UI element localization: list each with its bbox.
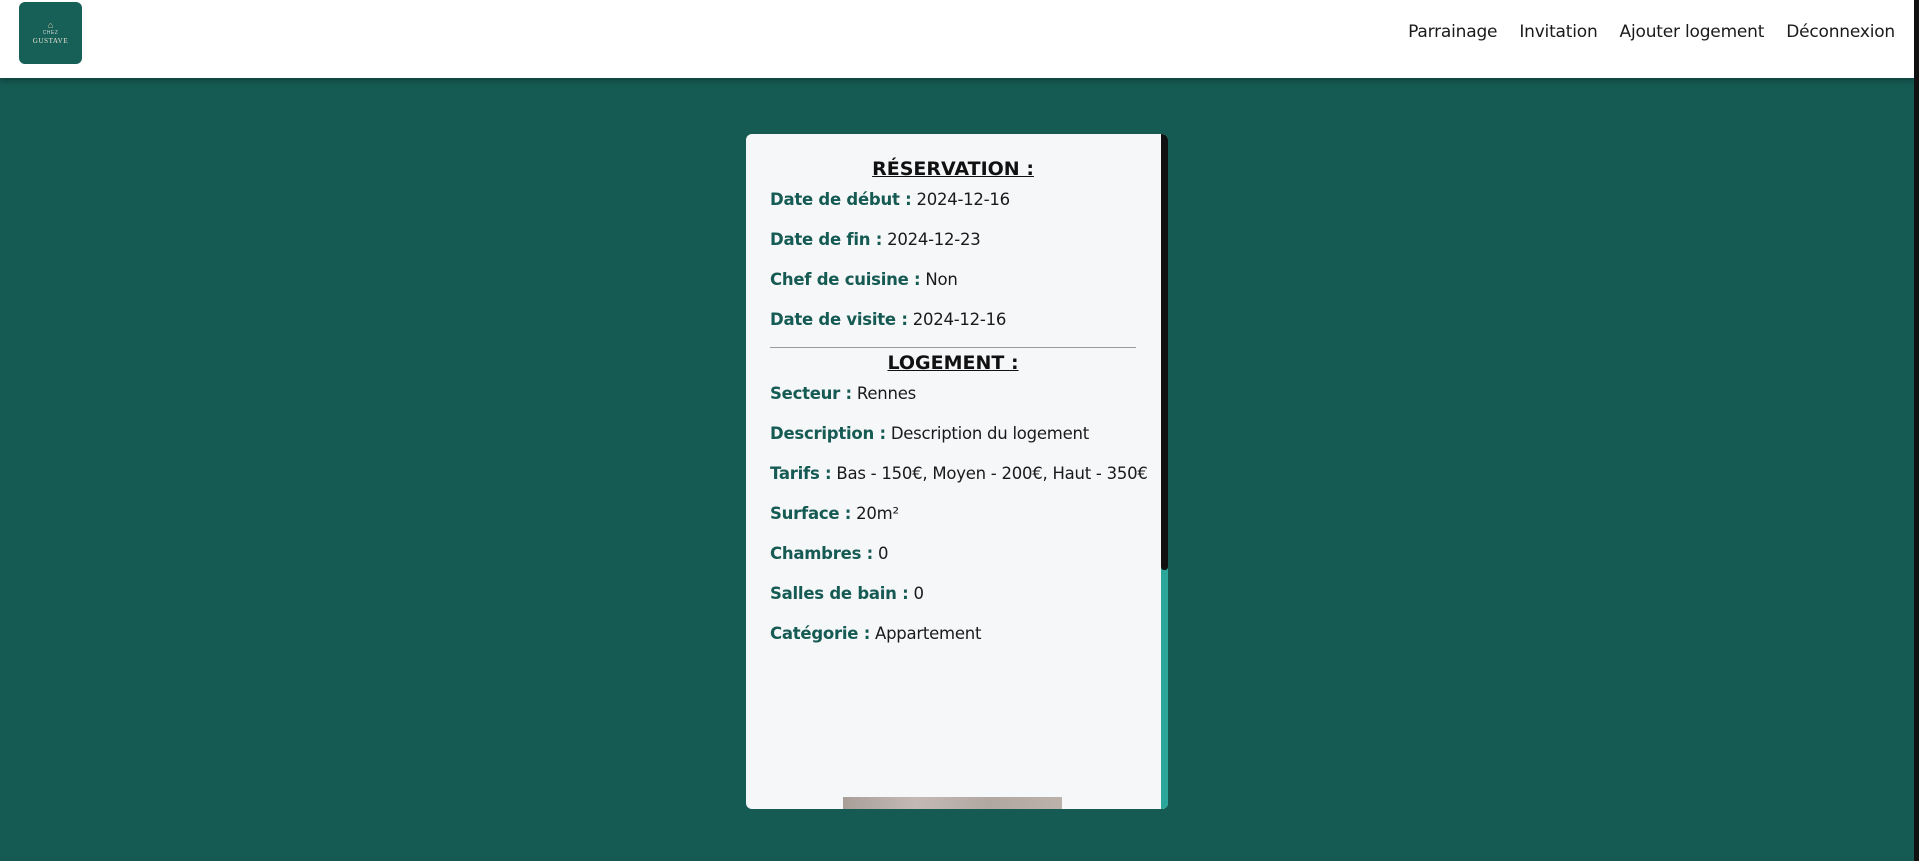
- nav-link-deconnexion[interactable]: Déconnexion: [1786, 22, 1895, 42]
- field-date-debut: Date de début : 2024-12-16: [770, 188, 1136, 228]
- nav-link-parrainage[interactable]: Parrainage: [1408, 22, 1497, 42]
- field-chef-cuisine: Chef de cuisine : Non: [770, 268, 1136, 308]
- reservation-title: RÉSERVATION :: [872, 158, 1034, 180]
- nav-link-invitation[interactable]: Invitation: [1519, 22, 1597, 42]
- field-chambres: Chambres : 0: [770, 542, 1136, 582]
- field-label: Description :: [770, 424, 886, 443]
- field-value: Description du logement: [890, 424, 1089, 443]
- logement-photo: [843, 797, 1062, 809]
- logo-small-text: CHEZ: [42, 30, 59, 36]
- field-label: Date de visite :: [770, 310, 908, 329]
- field-value: 2024-12-16: [912, 310, 1007, 329]
- logo-name: GUSTAVE: [32, 37, 69, 45]
- brand-logo[interactable]: ⌂ CHEZ GUSTAVE: [19, 2, 82, 64]
- field-value: Appartement: [875, 624, 982, 643]
- field-value: 20m²: [856, 504, 899, 523]
- field-value: 0: [913, 584, 925, 603]
- field-label: Date de fin :: [770, 230, 883, 249]
- reservation-card: RÉSERVATION : Date de début : 2024-12-16…: [746, 134, 1168, 809]
- field-value: Non: [925, 270, 958, 289]
- field-label: Tarifs :: [770, 464, 832, 483]
- field-label: Chambres :: [770, 544, 873, 563]
- field-surface: Surface : 20m²: [770, 502, 1136, 542]
- field-secteur: Secteur : Rennes: [770, 382, 1136, 422]
- house-icon: ⌂: [47, 20, 54, 30]
- field-value: 2024-12-23: [887, 230, 981, 249]
- field-label: Surface :: [770, 504, 852, 523]
- field-description: Description : Description du logement: [770, 422, 1136, 462]
- field-label: Salles de bain :: [770, 584, 909, 603]
- card-content: RÉSERVATION : Date de début : 2024-12-16…: [770, 158, 1148, 662]
- nav-link-ajouter-logement[interactable]: Ajouter logement: [1620, 22, 1765, 42]
- field-tarifs: Tarifs : Bas - 150€, Moyen - 200€, Haut …: [770, 462, 1148, 502]
- field-label: Date de début :: [770, 190, 912, 209]
- top-navbar: ⌂ CHEZ GUSTAVE Parrainage Invitation Ajo…: [0, 0, 1914, 78]
- logement-title: LOGEMENT :: [887, 352, 1019, 374]
- section-divider: [770, 347, 1136, 348]
- field-value: 2024-12-16: [916, 190, 1010, 209]
- page-scrollbar[interactable]: [1914, 0, 1919, 861]
- field-date-visite: Date de visite : 2024-12-16: [770, 308, 1136, 348]
- field-categorie: Catégorie : Appartement: [770, 622, 1136, 662]
- field-value: Bas - 150€, Moyen - 200€, Haut - 350€: [836, 464, 1148, 483]
- field-value: Rennes: [856, 384, 916, 403]
- field-label: Chef de cuisine :: [770, 270, 921, 289]
- card-scrollbar-thumb[interactable]: [1161, 134, 1168, 570]
- field-label: Catégorie :: [770, 624, 871, 643]
- field-label: Secteur :: [770, 384, 852, 403]
- card-scrollbar-track[interactable]: [1161, 134, 1168, 809]
- field-date-fin: Date de fin : 2024-12-23: [770, 228, 1136, 268]
- main-nav: Parrainage Invitation Ajouter logement D…: [1408, 22, 1895, 42]
- field-value: 0: [878, 544, 889, 563]
- field-salles-de-bain: Salles de bain : 0: [770, 582, 1136, 622]
